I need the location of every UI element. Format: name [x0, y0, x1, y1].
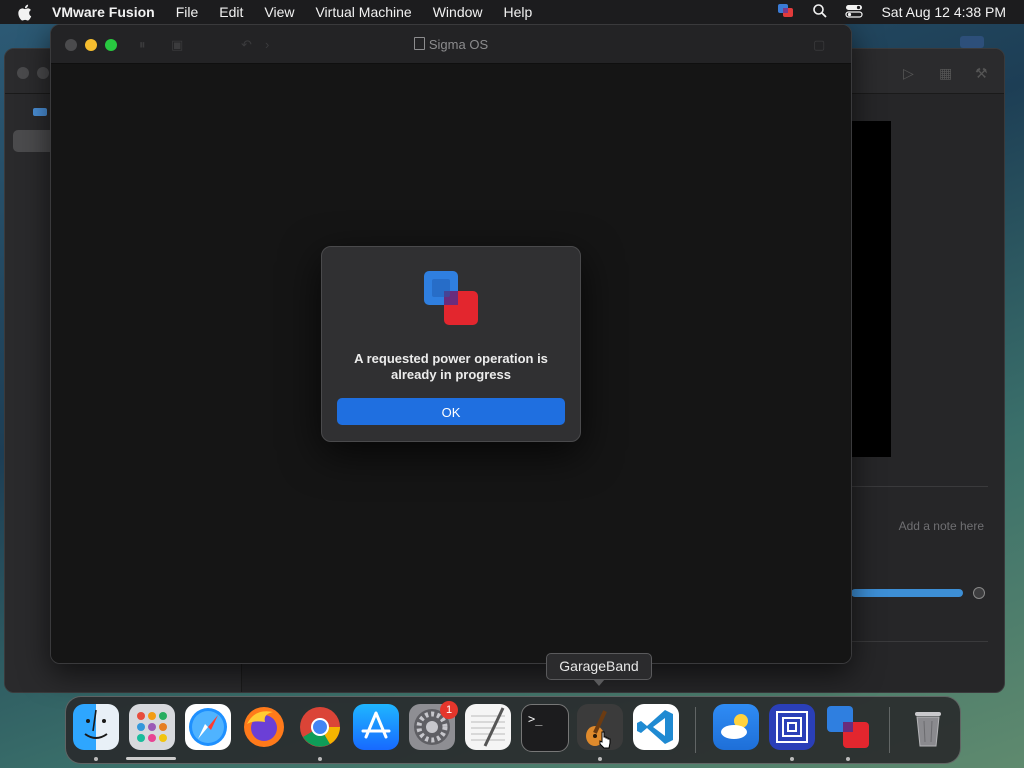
running-indicator: [94, 757, 98, 761]
running-indicator: [846, 757, 850, 761]
dialog-message: A requested power operation is already i…: [354, 351, 548, 382]
spotlight-search-icon[interactable]: [813, 3, 828, 21]
mouse-cursor-icon: [598, 730, 612, 755]
dock: >_: [65, 696, 961, 764]
vscode-icon[interactable]: [633, 704, 679, 750]
chrome-icon[interactable]: [297, 704, 343, 750]
ok-button[interactable]: OK: [337, 398, 565, 425]
tooltip-label: GarageBand: [559, 658, 639, 674]
app-store-icon[interactable]: [353, 704, 399, 750]
running-indicator: [318, 757, 322, 761]
window-title-text: Sigma OS: [428, 37, 489, 52]
menu-edit[interactable]: Edit: [219, 4, 243, 20]
vmware-status-icon[interactable]: [777, 3, 795, 22]
bg-minimize-button[interactable]: [37, 67, 49, 79]
fullscreen-icon[interactable]: ▢: [813, 37, 825, 53]
finder-icon[interactable]: [73, 704, 119, 750]
dock-tooltip: GarageBand: [546, 653, 652, 686]
apple-menu-icon[interactable]: [18, 4, 38, 21]
terminal-icon[interactable]: >_: [521, 704, 569, 752]
menu-virtual-machine[interactable]: Virtual Machine: [315, 4, 411, 20]
vm-preview-thumbnail[interactable]: [851, 121, 891, 457]
document-icon: [413, 37, 425, 50]
svg-text:>_: >_: [528, 712, 543, 726]
vmware-icon[interactable]: [825, 704, 871, 750]
menu-bar: VMware Fusion File Edit View Virtual Mac…: [0, 0, 1024, 24]
alert-dialog: A requested power operation is already i…: [321, 246, 581, 442]
dock-separator: [889, 707, 890, 753]
bg-close-button[interactable]: [17, 67, 29, 79]
slider-knob[interactable]: [973, 587, 985, 599]
wrench-icon[interactable]: ⚒: [975, 65, 988, 82]
tooltip-arrow: [593, 679, 605, 686]
window-title: Sigma OS: [51, 37, 851, 52]
progress-slider-track[interactable]: [851, 589, 963, 597]
launching-indicator: [126, 757, 176, 760]
launchpad-icon[interactable]: [129, 704, 175, 750]
dock-separator: [695, 707, 696, 753]
snapshot-icon[interactable]: ▦: [939, 65, 952, 82]
divider: [851, 641, 988, 642]
textedit-icon[interactable]: [465, 704, 511, 750]
control-center-icon[interactable]: [845, 4, 864, 21]
menubar-clock[interactable]: Sat Aug 12 4:38 PM: [881, 4, 1006, 20]
firefox-icon[interactable]: [241, 704, 287, 750]
menu-file[interactable]: File: [176, 4, 199, 20]
divider: [851, 486, 988, 487]
running-indicator: [790, 757, 794, 761]
weather-icon[interactable]: [713, 704, 759, 750]
menu-help[interactable]: Help: [504, 4, 533, 20]
running-indicator: [598, 757, 602, 761]
notification-badge: 1: [440, 701, 458, 719]
menu-window[interactable]: Window: [433, 4, 483, 20]
screens-icon[interactable]: [769, 704, 815, 750]
menu-view[interactable]: View: [264, 4, 294, 20]
library-vm-icon: [33, 108, 47, 116]
safari-icon[interactable]: [185, 704, 231, 750]
background-window-edge: [960, 36, 984, 48]
note-field[interactable]: Add a note here: [899, 519, 984, 533]
play-icon[interactable]: ▷: [903, 65, 914, 82]
vmware-fusion-icon: [422, 269, 482, 329]
menu-app-name[interactable]: VMware Fusion: [52, 4, 155, 20]
trash-icon[interactable]: [905, 704, 951, 750]
vm-window-titlebar: ⏸ ▣ ↶ › Sigma OS ▢: [51, 25, 851, 64]
